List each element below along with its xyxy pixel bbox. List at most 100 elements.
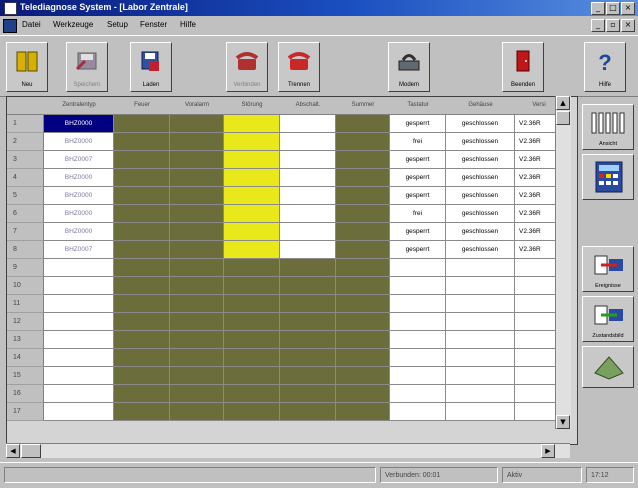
menu-setup[interactable]: Setup [107, 20, 128, 29]
cell-abschalt[interactable] [280, 259, 336, 277]
cell-summer[interactable] [336, 313, 390, 331]
mdi-restore-button[interactable]: ▫ [606, 19, 620, 32]
scroll-up-button[interactable]: ▲ [556, 96, 570, 110]
header-feuer[interactable]: Feuer [114, 97, 171, 115]
cell-tastatur[interactable] [390, 313, 446, 331]
cell-typ[interactable] [44, 331, 114, 349]
cell-voralarm[interactable] [170, 331, 224, 349]
row-number[interactable]: 1 [7, 115, 44, 133]
new-button[interactable]: Neu [6, 42, 48, 92]
cell-feuer[interactable] [114, 205, 170, 223]
scroll-left-button[interactable]: ◀ [6, 444, 20, 458]
cell-voralarm[interactable] [170, 187, 224, 205]
cell-abschalt[interactable] [280, 403, 336, 421]
cell-tastatur[interactable] [390, 295, 446, 313]
vertical-scrollbar[interactable]: ▲ ▼ [555, 96, 571, 429]
cell-feuer[interactable] [114, 151, 170, 169]
cell-gehaeuse[interactable]: geschlossen [446, 151, 515, 169]
cell-voralarm[interactable] [170, 277, 224, 295]
cell-summer[interactable] [336, 385, 390, 403]
cell-tastatur[interactable]: frei [390, 205, 446, 223]
row-number[interactable]: 15 [7, 367, 44, 385]
cell-typ[interactable]: BHZ0000 [44, 169, 114, 187]
cell-gehaeuse[interactable]: geschlossen [446, 187, 515, 205]
menu-hilfe[interactable]: Hilfe [180, 20, 196, 29]
cell-tastatur[interactable]: gesperrt [390, 223, 446, 241]
cell-gehaeuse[interactable]: geschlossen [446, 169, 515, 187]
row-number[interactable]: 11 [7, 295, 44, 313]
cell-tastatur[interactable] [390, 331, 446, 349]
cell-abschalt[interactable] [280, 205, 336, 223]
cell-gehaeuse[interactable] [446, 367, 515, 385]
row-number[interactable]: 7 [7, 223, 44, 241]
cell-gehaeuse[interactable] [446, 313, 515, 331]
hscroll-thumb[interactable] [21, 444, 41, 458]
row-number[interactable]: 8 [7, 241, 44, 259]
row-number[interactable]: 14 [7, 349, 44, 367]
cell-summer[interactable] [336, 169, 390, 187]
cell-abschalt[interactable] [280, 133, 336, 151]
cell-gehaeuse[interactable]: geschlossen [446, 115, 515, 133]
cell-gehaeuse[interactable] [446, 349, 515, 367]
cell-feuer[interactable] [114, 187, 170, 205]
cell-typ[interactable]: BHZ0007 [44, 241, 114, 259]
cell-summer[interactable] [336, 115, 390, 133]
cell-tastatur[interactable] [390, 277, 446, 295]
scroll-down-button[interactable]: ▼ [556, 415, 570, 429]
horizontal-scrollbar[interactable]: ◀ ▶ [6, 443, 570, 458]
cell-summer[interactable] [336, 259, 390, 277]
cell-typ[interactable] [44, 259, 114, 277]
cell-stoerung[interactable] [224, 313, 280, 331]
cell-tastatur[interactable] [390, 367, 446, 385]
cell-typ[interactable]: BHZ0007 [44, 151, 114, 169]
cell-tastatur[interactable]: gesperrt [390, 241, 446, 259]
row-number[interactable]: 10 [7, 277, 44, 295]
cell-tastatur[interactable]: gesperrt [390, 151, 446, 169]
cell-abschalt[interactable] [280, 313, 336, 331]
status-image-button[interactable]: Zustandsbild [582, 296, 634, 342]
row-number[interactable]: 6 [7, 205, 44, 223]
row-number[interactable]: 9 [7, 259, 44, 277]
cell-feuer[interactable] [114, 385, 170, 403]
document-icon[interactable] [3, 19, 17, 33]
cell-voralarm[interactable] [170, 295, 224, 313]
cell-typ[interactable] [44, 367, 114, 385]
view-button[interactable]: Ansicht [582, 104, 634, 150]
cell-feuer[interactable] [114, 115, 170, 133]
cell-stoerung[interactable] [224, 223, 280, 241]
cell-stoerung[interactable] [224, 187, 280, 205]
cell-feuer[interactable] [114, 331, 170, 349]
cell-abschalt[interactable] [280, 277, 336, 295]
cell-voralarm[interactable] [170, 385, 224, 403]
cell-stoerung[interactable] [224, 115, 280, 133]
cell-summer[interactable] [336, 187, 390, 205]
cell-voralarm[interactable] [170, 205, 224, 223]
cell-abschalt[interactable] [280, 187, 336, 205]
help-button[interactable]: ? Hilfe [584, 42, 626, 92]
cell-stoerung[interactable] [224, 367, 280, 385]
row-number[interactable]: 16 [7, 385, 44, 403]
cell-typ[interactable]: BHZ0000 [44, 133, 114, 151]
cell-gehaeuse[interactable]: geschlossen [446, 133, 515, 151]
cell-tastatur[interactable] [390, 403, 446, 421]
exit-button[interactable]: Beenden [502, 42, 544, 92]
row-number[interactable]: 13 [7, 331, 44, 349]
cell-gehaeuse[interactable] [446, 385, 515, 403]
scroll-right-button[interactable]: ▶ [541, 444, 555, 458]
header-voralarm[interactable]: Voralarm [170, 97, 225, 115]
cell-gehaeuse[interactable]: geschlossen [446, 223, 515, 241]
cell-typ[interactable] [44, 313, 114, 331]
cell-abschalt[interactable] [280, 223, 336, 241]
cell-gehaeuse[interactable] [446, 331, 515, 349]
cell-stoerung[interactable] [224, 331, 280, 349]
menu-datei[interactable]: Datei [22, 20, 41, 29]
cell-feuer[interactable] [114, 241, 170, 259]
cell-typ[interactable] [44, 349, 114, 367]
cell-typ[interactable]: BHZ0000 [44, 187, 114, 205]
connect-button[interactable]: Verbinden [226, 42, 268, 92]
header-stoerung[interactable]: Störung [224, 97, 281, 115]
row-number[interactable]: 5 [7, 187, 44, 205]
cell-summer[interactable] [336, 349, 390, 367]
maximize-button[interactable]: □ [606, 2, 620, 15]
cell-voralarm[interactable] [170, 115, 224, 133]
